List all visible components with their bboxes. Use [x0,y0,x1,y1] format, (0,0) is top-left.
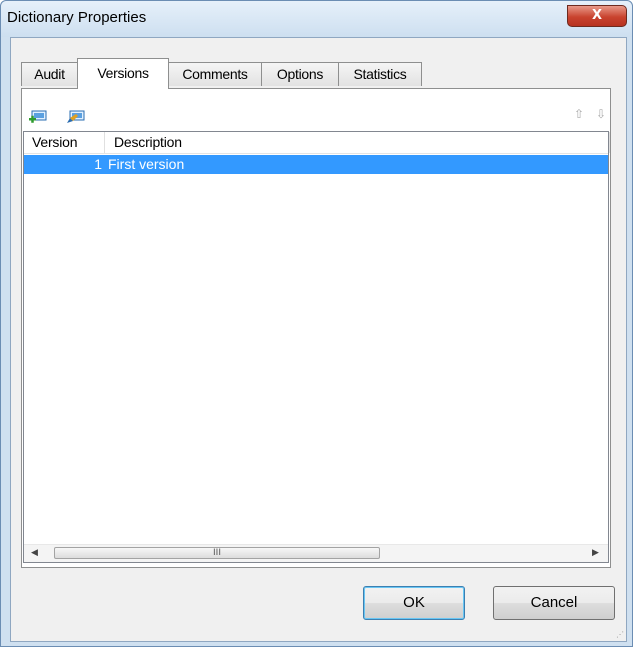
thumb-grip-icon: III [213,548,221,558]
ok-button[interactable]: OK [363,586,465,620]
scroll-right-icon: ▶ [592,548,599,558]
dialog-window: Dictionary Properties X Audit Versions C… [0,0,633,647]
versions-panel: ⇧ ⇩ Version Description 1 First version … [21,88,611,568]
tab-audit[interactable]: Audit [21,62,78,86]
list-header: Version Description [24,132,610,154]
table-row[interactable]: 1 First version [24,155,608,174]
versions-toolbar: ⇧ ⇩ [22,89,610,129]
close-icon: X [591,8,603,23]
column-header-version[interactable]: Version [32,134,77,150]
title-bar: Dictionary Properties X [1,1,632,37]
tab-options[interactable]: Options [261,62,339,86]
tab-versions[interactable]: Versions [77,58,169,89]
cancel-button[interactable]: Cancel [493,586,615,620]
scrollbar-thumb[interactable]: III [54,547,380,559]
window-title: Dictionary Properties [7,9,147,26]
scroll-left-button[interactable]: ◀ [26,545,43,562]
column-divider[interactable] [609,132,610,153]
version-cell: 1 [94,156,102,172]
horizontal-scrollbar[interactable]: ◀ III ▶ [24,544,608,562]
tab-comments[interactable]: Comments [168,62,262,86]
scroll-right-button[interactable]: ▶ [587,545,604,562]
resize-grip-icon[interactable]: ⋰ [616,630,624,639]
edit-version-icon[interactable] [67,109,85,125]
description-cell: First version [108,156,185,172]
close-button[interactable]: X [567,5,627,27]
column-header-description[interactable]: Description [114,134,182,150]
move-up-icon[interactable]: ⇧ [574,107,584,121]
column-divider[interactable] [104,132,105,153]
tab-statistics[interactable]: Statistics [338,62,422,86]
versions-list[interactable]: Version Description 1 First version ◀ II… [23,131,610,563]
add-version-icon[interactable] [29,109,47,125]
dialog-client-area: Audit Versions Comments Options Statisti… [10,37,627,642]
scroll-left-icon: ◀ [31,548,38,558]
move-down-icon[interactable]: ⇩ [596,107,606,121]
